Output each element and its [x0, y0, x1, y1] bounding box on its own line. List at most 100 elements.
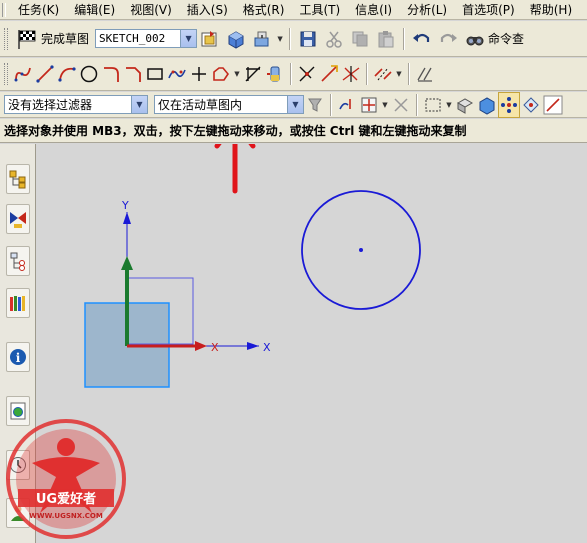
arc-button[interactable] [56, 61, 78, 87]
redo-button[interactable] [435, 26, 461, 52]
part-navigator-tab[interactable] [6, 246, 30, 276]
info-tab[interactable]: i [6, 342, 30, 372]
orient-view-to-model-button[interactable] [223, 26, 249, 52]
reuse-library-tab[interactable] [6, 288, 30, 318]
menu-preferences[interactable]: 首选项(P) [456, 1, 524, 18]
wcs-x-arrowhead [247, 342, 259, 350]
profile-icon [14, 67, 31, 82]
menu-tools[interactable]: 工具(T) [293, 1, 349, 18]
type-filter-select[interactable]: 没有选择过滤器 ▼ [4, 95, 148, 114]
spline-icon [168, 69, 186, 79]
copy-icon [352, 31, 368, 46]
auto-constrain-button[interactable] [318, 61, 340, 87]
profile-button[interactable] [12, 61, 34, 87]
select-body-button[interactable] [476, 92, 498, 118]
toolbar-separator [289, 27, 292, 50]
undo-button[interactable] [409, 26, 435, 52]
quick-trim-button[interactable] [242, 61, 264, 87]
intersection-icon [394, 97, 408, 112]
svg-text:i: i [16, 351, 21, 365]
offset-curve-icon [213, 67, 229, 81]
menu-task[interactable]: 任务(K) [12, 1, 68, 18]
select-curve-points-button[interactable] [498, 91, 520, 118]
orient-view-to-sketch-button[interactable] [197, 26, 223, 52]
finish-sketch-button[interactable]: 完成草图 [12, 28, 93, 50]
chevron-down-icon[interactable]: ▼ [394, 61, 404, 87]
snap-curve-button[interactable] [336, 92, 358, 118]
chevron-down-icon: ▼ [131, 96, 147, 113]
rectangle-select-button[interactable] [422, 92, 444, 118]
snap-point-icon [361, 97, 377, 112]
reattach-icon [254, 31, 269, 46]
select-features-button[interactable] [520, 92, 542, 118]
points-icon [501, 96, 517, 113]
wcs-x-label: X [263, 341, 271, 354]
sketch-tools-toolbar: ▼ ▼ [0, 58, 587, 91]
command-finder-button[interactable]: 命令查 [461, 29, 528, 49]
sketch-x-label: X [211, 341, 219, 354]
save-button[interactable] [295, 26, 321, 52]
make-corner-button[interactable] [264, 61, 286, 87]
watermark-url: WWW.UGSNX.COM [29, 512, 103, 520]
part-navigator-icon [10, 252, 25, 271]
mirror-button[interactable] [372, 61, 394, 87]
mirror-icon [374, 67, 392, 81]
assembly-navigator-icon [9, 170, 26, 189]
constraints-button[interactable] [296, 61, 318, 87]
chevron-down-icon[interactable]: ▼ [232, 61, 242, 87]
sketch-y-arrowhead [121, 256, 133, 270]
select-rectangle-icon [425, 98, 441, 111]
cue-line: 选择对象并使用 MB3，双击，按下左键拖动来移动，或按住 Ctrl 键和左键拖动… [0, 119, 587, 143]
constraint-navigator-icon [10, 212, 26, 228]
menu-help[interactable]: 帮助(H) [524, 1, 581, 18]
orient-view-icon [201, 30, 217, 46]
paste-button[interactable] [373, 26, 399, 52]
select-faces-button[interactable] [454, 92, 476, 118]
line-select-icon [543, 95, 563, 114]
toolbar-separator [408, 63, 410, 85]
chevron-down-icon[interactable]: ▼ [380, 92, 390, 118]
menu-format[interactable]: 格式(R) [237, 1, 294, 18]
fillet-button[interactable] [100, 61, 122, 87]
y-axis-label: Y [121, 199, 129, 212]
menu-view[interactable]: 视图(V) [124, 1, 181, 18]
chamfer-button[interactable] [122, 61, 144, 87]
circle-center-point[interactable] [359, 248, 363, 252]
chevron-down-icon[interactable]: ▼ [275, 26, 285, 52]
chevron-down-icon[interactable]: ▼ [444, 92, 454, 118]
menu-insert[interactable]: 插入(S) [181, 1, 237, 18]
wcs-y-arrowhead [123, 212, 131, 224]
offset-curve-button[interactable] [210, 61, 232, 87]
sketch-x-arrowhead [195, 341, 207, 351]
reattach-button[interactable] [249, 26, 275, 52]
dimension-button[interactable] [414, 61, 436, 87]
menu-bar: 任务(K) 编辑(E) 视图(V) 插入(S) 格式(R) 工具(T) 信息(I… [0, 0, 587, 20]
show-constraint-icon [342, 66, 360, 82]
select-line-button[interactable] [542, 92, 564, 118]
body-icon [479, 96, 495, 115]
rectangle-button[interactable] [144, 61, 166, 87]
menu-edit[interactable]: 编辑(E) [68, 1, 124, 18]
selection-bar: 没有选择过滤器 ▼ 仅在活动草图内 ▼ ▼ ▼ [0, 91, 587, 118]
point-cross-icon [192, 67, 206, 81]
assembly-navigator-tab[interactable] [6, 164, 30, 194]
studio-spline-button[interactable] [166, 61, 188, 87]
snap-point-button[interactable] [358, 92, 380, 118]
undo-icon [413, 33, 430, 42]
constraint-navigator-tab[interactable] [6, 204, 30, 234]
cut-button[interactable] [321, 26, 347, 52]
selection-scope-select[interactable]: 仅在活动草图内 ▼ [154, 95, 304, 114]
sketch-name-select[interactable]: SKETCH_002 ▼ [95, 29, 198, 48]
filter-reset-button[interactable] [304, 92, 326, 118]
show-constraints-button[interactable] [340, 61, 362, 87]
point-button[interactable] [188, 61, 210, 87]
chevron-down-icon: ▼ [287, 96, 303, 113]
menu-information[interactable]: 信息(I) [349, 1, 401, 18]
circle-button[interactable] [78, 61, 100, 87]
menu-analysis[interactable]: 分析(L) [401, 1, 456, 18]
dimension-icon [417, 67, 432, 82]
line-button[interactable] [34, 61, 56, 87]
intersection-button[interactable] [390, 92, 412, 118]
toolbar-separator [330, 93, 332, 116]
copy-button[interactable] [347, 26, 373, 52]
